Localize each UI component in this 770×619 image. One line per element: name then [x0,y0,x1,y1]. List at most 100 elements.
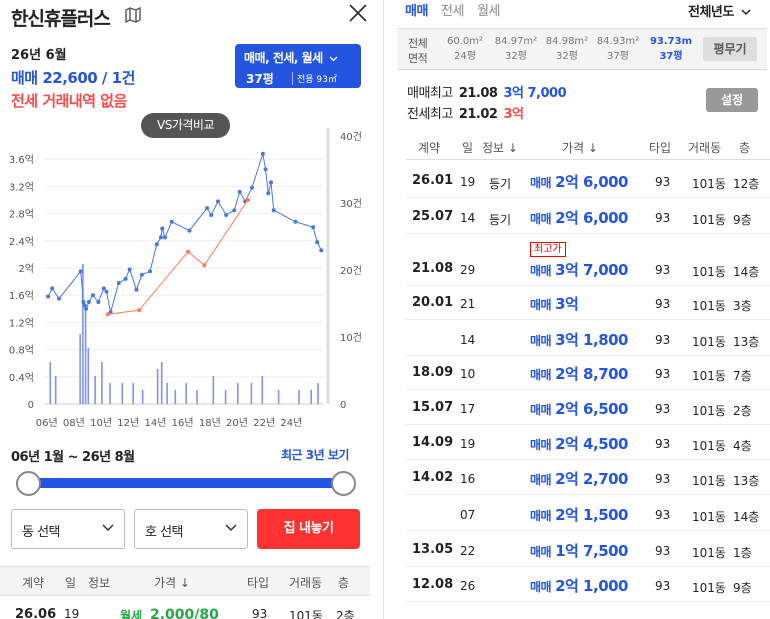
row-floor: 4층 [733,439,752,453]
table-row[interactable]: 14.09 19 93 101동 4층 매매 2억 4,500 [406,425,770,460]
price-line [47,153,322,313]
area-m2: 60.0m² [446,36,483,47]
sale-summary: 매매 22,600 / 1건 [11,69,135,87]
price-point [237,189,242,194]
price-point [56,296,61,301]
price-point [205,206,210,211]
tab-jeonse[interactable]: 전세 [441,0,464,19]
row-day: 19 [460,437,476,451]
settings-button[interactable]: 설정 [706,88,758,112]
tab-sale[interactable]: 매매 [405,0,428,19]
filter-label: 매매, 전세, 월세 [244,51,323,65]
left-panel: 한신휴플러스 26년 6월 매매 22,600 / 1건 전세 거래내역 없음 … [0,0,384,619]
x-tick-label: 12년 [117,417,139,429]
th-info[interactable]: 정보 ↓ [482,139,518,156]
row-price: 매매 3억 [530,293,579,314]
row-price: 매매 2억 6,500 [530,398,628,419]
area-m2: 93.73m [649,36,693,47]
tab-monthly[interactable]: 월세 [477,0,500,19]
price-point [123,276,128,281]
filter-area: 전용 93㎡ [292,72,337,85]
vs-compare-button[interactable]: VS가격비교 [141,113,230,138]
table-row[interactable]: 14.02 16 93 101동 13층 매매 2억 2,700 [406,460,770,495]
table-row[interactable]: 15.07 17 93 101동 2층 매매 2억 6,500 [406,390,770,425]
sale-high-date: 21.08 [458,86,498,101]
slider-end-handle[interactable] [331,471,356,496]
recent-3y-link[interactable]: 최근 3년 보기 [281,446,349,463]
y-tick-label: 3.2억 [9,181,34,193]
row-info: 등기 [489,213,512,227]
row-size: 93 [655,263,671,277]
row-dong: 101동 [692,213,726,227]
volume-bar [261,376,264,404]
table-row[interactable]: 13.05 22 93 101동 1층 매매 1억 7,500 [406,531,770,567]
price-point [232,208,237,213]
table-row[interactable]: 26.01 19 등기 93 101동 12층 매매 2억 6,000 [406,162,770,198]
price-line [107,199,249,315]
y2-tick-label: 20건 [340,265,362,277]
price-point [127,267,132,272]
th-floor: 층 [739,141,751,155]
volume-bar [101,362,103,404]
row-price-value: 1억 7,500 [555,542,628,560]
row-dong: 101동 [692,369,726,383]
volume-bar [250,383,253,404]
row-floor: 14층 [733,510,760,524]
ho-select-label: 호 선택 [145,525,184,540]
dong-select[interactable]: 동 선택 [11,509,125,549]
deal-type-filter[interactable]: 매매, 전세, 월세 37평 전용 93㎡ [235,44,361,88]
slider-start-handle[interactable] [16,471,41,496]
x-tick-label: 06년 [36,417,58,429]
year-select-label: 전체년도 [688,5,734,20]
table-row[interactable]: 14 93 101동 13층 매매 3억 1,800 [406,320,770,356]
price-point [209,212,214,217]
table-row[interactable]: 26.06 19 월세 2,000/80 93 101동 2층 [0,600,370,619]
area-m2: 84.97m² [494,36,538,47]
volume-bar [54,376,57,404]
chevron-down-icon [102,524,114,532]
table-row[interactable]: 21.08 29 93 101동 14층 매매 3억 7,000 최고가 [406,234,770,286]
volume-bar [317,383,319,404]
map-icon[interactable] [124,6,142,24]
table-row[interactable]: 18.09 10 93 101동 7층 매매 2억 8,700 [406,356,770,390]
area-option[interactable]: 60.0m² 24평 [441,34,489,64]
pyung-toggle-button[interactable]: 평무기 [703,37,757,61]
row-dong: 101동 [692,546,726,560]
volume-bar [166,383,168,404]
row-floor: 3층 [733,299,752,313]
area-option[interactable]: 84.98m² 32평 [543,34,591,64]
row-deal-type: 매매 [530,438,552,452]
price-point [46,294,51,299]
row-floor: 2층 [733,404,752,418]
row-price-value: 3억 7,000 [555,261,628,279]
list-my-home-button[interactable]: 집 내놓기 [257,509,360,549]
th-contract: 계약 [418,141,441,155]
y-tick-label: 0 [28,400,34,411]
row-size: 93 [655,333,671,347]
table-row[interactable]: 12.08 26 93 101동 9층 매매 2억 1,000 [406,567,770,602]
x-tick-label: 16년 [172,417,194,429]
close-icon[interactable] [346,1,370,25]
row-size: 93 [655,579,671,593]
area-py: 24평 [454,51,476,62]
ho-select[interactable]: 호 선택 [134,509,248,549]
row-floor: 1층 [733,546,752,560]
row-deal-type: 매매 [530,176,552,190]
table-row[interactable]: 20.01 21 93 101동 3층 매매 3억 [406,286,770,320]
row-floor: 12층 [733,177,760,191]
price-point [268,180,273,185]
th-price[interactable]: 가격 ↓ [154,574,190,591]
area-option[interactable]: 84.97m² 32평 [492,34,540,64]
area-option[interactable]: 84.93m² 37평 [594,34,642,64]
table-row[interactable]: 07 93 101동 14층 매매 2억 1,500 [406,495,770,531]
row-day: 14 [460,333,476,347]
area-option-selected[interactable]: 93.73m 37평 [647,34,695,64]
period-slider-track[interactable] [28,478,344,488]
year-select[interactable]: 전체년도 [688,1,751,20]
row-size: 93 [655,367,671,381]
th-price[interactable]: 가격 ↓ [562,139,598,156]
price-point [101,286,106,291]
th-day: 일 [462,141,474,155]
table-row[interactable]: 25.07 14 등기 93 101동 9층 매매 2억 6,000 [406,198,770,234]
volume-bar [224,390,227,404]
